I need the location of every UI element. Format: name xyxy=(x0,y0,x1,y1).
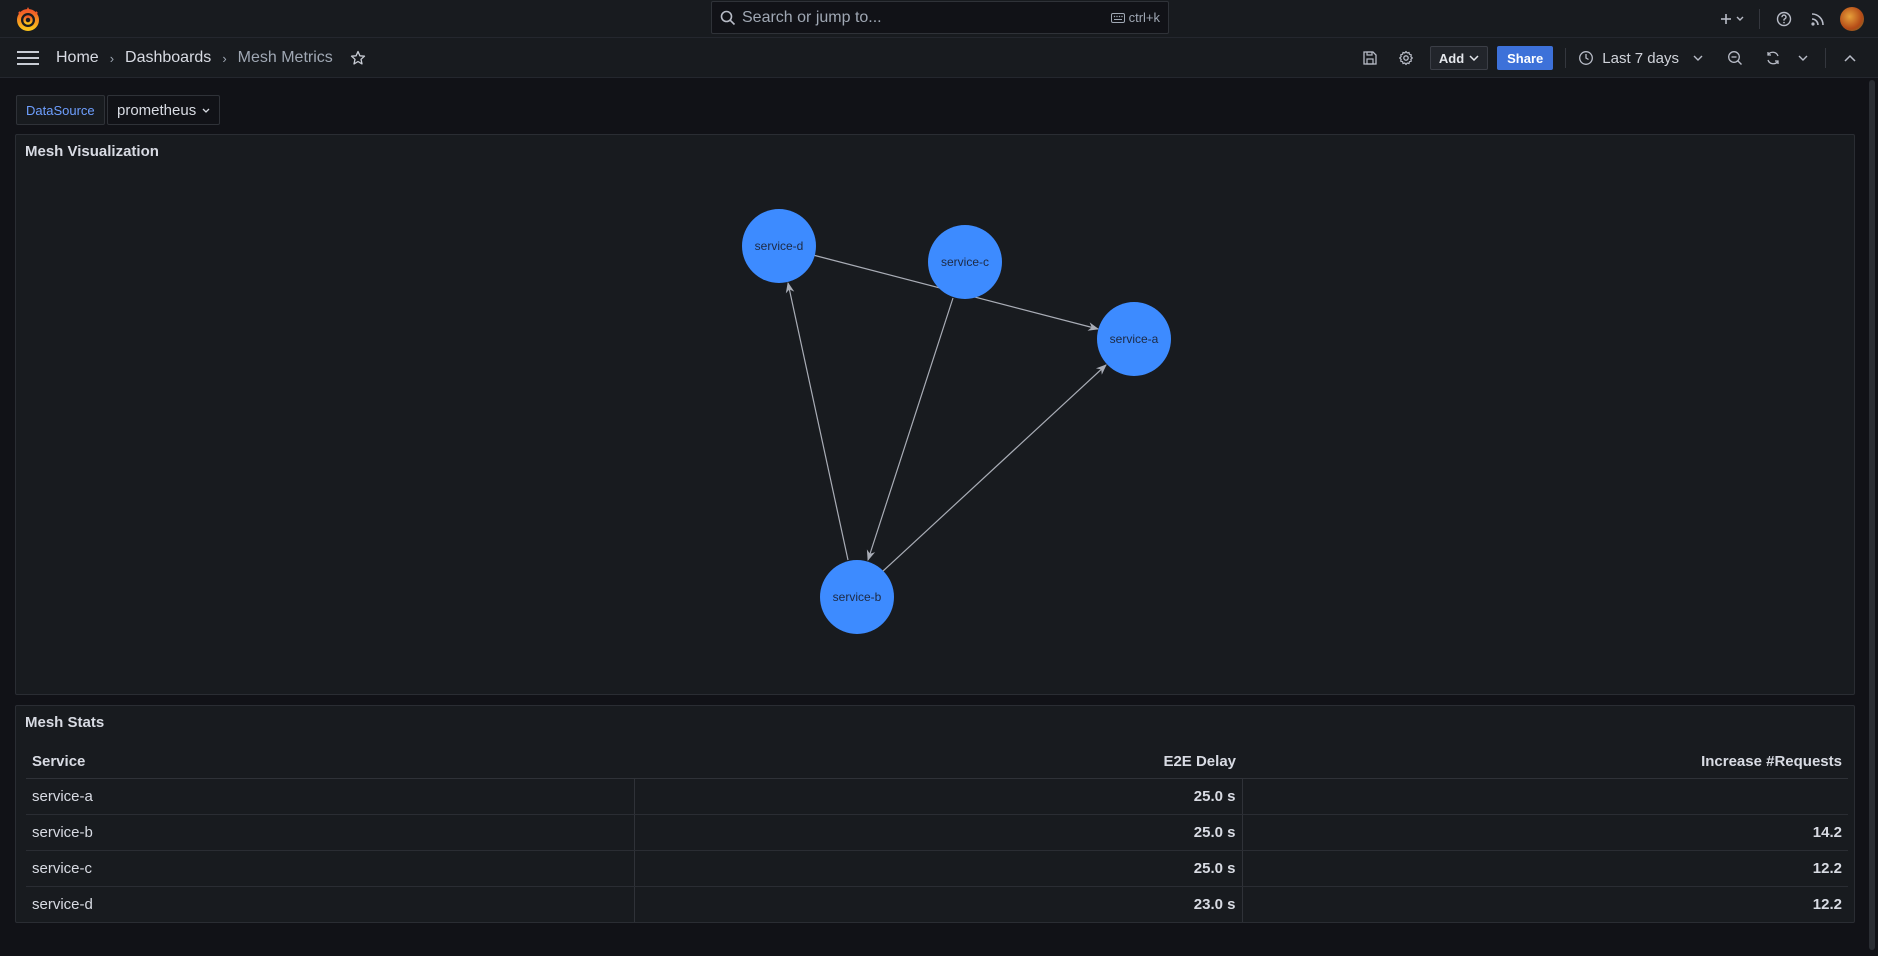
top-right-actions xyxy=(1715,0,1878,38)
search-placeholder: Search or jump to... xyxy=(742,8,882,26)
zoom-out-icon xyxy=(1728,51,1742,65)
graph-node-service-d[interactable]: service-d xyxy=(742,209,816,283)
edge-service-b-to-service-a xyxy=(881,364,1107,573)
edge-service-b-to-service-d xyxy=(785,281,849,561)
add-button[interactable]: Add xyxy=(1429,46,1489,70)
column-header-service[interactable]: Service xyxy=(26,745,634,779)
cell-e2e-delay: 25.0 s xyxy=(633,778,1243,815)
stats-table: Service E2E Delay Increase #Requests ser… xyxy=(26,745,1848,922)
cell-increase-requests xyxy=(1242,778,1848,815)
news-button[interactable] xyxy=(1800,0,1836,38)
time-range-picker[interactable]: Last 7 days xyxy=(1578,50,1703,67)
divider xyxy=(1825,48,1826,68)
chevron-down-icon xyxy=(202,108,210,113)
breadcrumb-home[interactable]: Home xyxy=(56,49,99,67)
variable-label: DataSource xyxy=(16,95,105,125)
graph-node-service-b[interactable]: service-b xyxy=(820,560,894,634)
graph-node-service-c[interactable]: service-c xyxy=(928,225,1002,299)
collapse-toolbar-button[interactable] xyxy=(1836,54,1864,62)
datasource-value: prometheus xyxy=(117,101,197,119)
node-label: service-a xyxy=(1110,332,1159,346)
zoom-out-button[interactable] xyxy=(1715,50,1755,66)
breadcrumb-separator-icon: › xyxy=(222,50,227,66)
gear-icon xyxy=(1398,50,1413,66)
grafana-logo-icon[interactable] xyxy=(15,6,41,32)
datasource-select[interactable]: prometheus xyxy=(107,95,221,125)
chevron-down-icon xyxy=(1469,55,1479,61)
refresh-interval-button[interactable] xyxy=(1791,55,1815,61)
time-range-label: Last 7 days xyxy=(1602,49,1679,67)
search-shortcut-label: ctrl+k xyxy=(1128,10,1160,25)
plus-chevron-icon xyxy=(1721,14,1744,24)
node-label: service-c xyxy=(941,255,989,269)
cell-increase-requests: 12.2 xyxy=(1812,895,1842,913)
edge-service-c-to-service-b xyxy=(866,297,954,562)
help-button[interactable] xyxy=(1768,0,1800,38)
user-avatar[interactable] xyxy=(1840,7,1864,31)
mesh-graph: service-d service-c service-a service-b xyxy=(742,209,1171,634)
save-icon xyxy=(1363,51,1377,65)
chevron-down-icon xyxy=(1693,55,1703,61)
help-icon xyxy=(1776,11,1792,27)
add-button-label: Add xyxy=(1438,50,1465,66)
rss-icon xyxy=(1811,13,1824,26)
panel-title: Mesh Stats xyxy=(25,714,105,731)
cell-e2e-delay: 25.0 s xyxy=(633,814,1243,851)
graph-node-service-a[interactable]: service-a xyxy=(1097,302,1171,376)
cell-e2e-delay: 23.0 s xyxy=(633,886,1243,922)
breadcrumb-separator-icon: › xyxy=(109,50,115,66)
table-row: service-b 25.0 s 14.2 xyxy=(26,814,1848,851)
cell-service: service-c xyxy=(26,850,634,887)
table-row: service-d 23.0 s 12.2 xyxy=(26,886,1848,922)
cell-increase-requests: 12.2 xyxy=(1242,850,1848,887)
divider xyxy=(1565,48,1567,68)
table-header-row: Service E2E Delay Increase #Requests xyxy=(26,745,1848,779)
save-dashboard-button[interactable] xyxy=(1354,50,1386,66)
star-button[interactable] xyxy=(350,50,366,66)
table-row: service-a 25.0 s xyxy=(26,778,1848,815)
dashboard-nav-bar: Home › Dashboards › Mesh Metrics Add Sha… xyxy=(0,38,1878,78)
new-menu-button[interactable] xyxy=(1715,0,1751,38)
divider xyxy=(1759,9,1760,29)
cell-service: service-b xyxy=(26,814,634,851)
cell-increase-requests: 14.2 xyxy=(1242,814,1848,851)
search-icon xyxy=(720,10,736,25)
chevron-down-icon xyxy=(1798,55,1808,61)
scrollbar-thumb[interactable] xyxy=(1869,80,1875,950)
keyboard-icon xyxy=(1110,12,1125,23)
mesh-stats-panel: Mesh Stats Service E2E Delay Increase #R… xyxy=(15,705,1855,923)
search-input[interactable]: Search or jump to... ctrl+k xyxy=(711,1,1169,34)
mesh-visualization-panel: Mesh Visualization service-d service-c s… xyxy=(15,134,1855,695)
menu-icon[interactable] xyxy=(17,50,39,66)
star-icon xyxy=(350,50,365,65)
column-header-e2e-delay[interactable]: E2E Delay xyxy=(634,745,1242,779)
cell-service: service-d xyxy=(32,895,93,913)
table-row: service-c 25.0 s 12.2 xyxy=(26,850,1848,887)
column-header-increase-requests[interactable]: Increase #Requests xyxy=(1242,745,1848,779)
share-button[interactable]: Share xyxy=(1497,46,1554,70)
clock-icon xyxy=(1579,51,1594,65)
chevron-up-icon xyxy=(1844,54,1856,62)
node-label: service-b xyxy=(833,590,882,604)
top-bar: Search or jump to... ctrl+k xyxy=(0,0,1878,38)
breadcrumb: Home › Dashboards › Mesh Metrics xyxy=(56,38,366,78)
dashboard-actions: Add Share Last 7 days xyxy=(1354,38,1878,78)
breadcrumb-current: Mesh Metrics xyxy=(237,49,333,66)
node-label: service-d xyxy=(755,239,804,253)
cell-service: service-a xyxy=(26,778,634,815)
search-shortcut: ctrl+k xyxy=(1110,10,1160,25)
share-button-label: Share xyxy=(1507,50,1544,66)
refresh-button[interactable] xyxy=(1755,50,1791,66)
cell-e2e-delay: 25.0 s xyxy=(633,850,1243,887)
dashboard-settings-button[interactable] xyxy=(1386,50,1426,66)
refresh-icon xyxy=(1767,51,1779,65)
breadcrumb-dashboards[interactable]: Dashboards xyxy=(125,49,211,67)
